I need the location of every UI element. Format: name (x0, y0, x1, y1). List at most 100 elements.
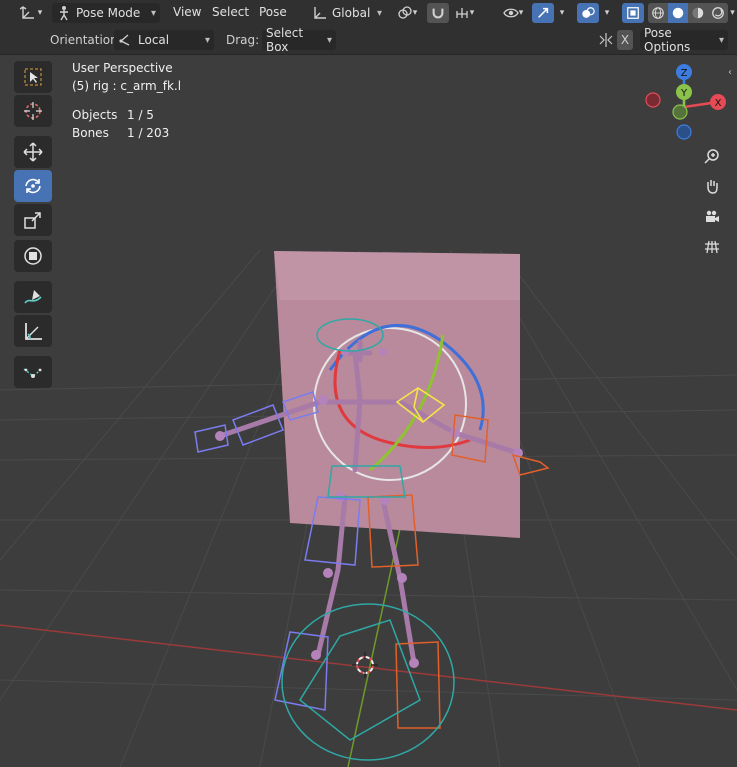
camera-icon (706, 210, 719, 222)
bones-stat-value: 1 / 203 (127, 126, 170, 140)
pan-button[interactable] (700, 174, 724, 198)
tool-rotate[interactable] (14, 170, 52, 202)
local-orientation-icon (119, 34, 130, 46)
mode-dropdown[interactable]: Pose Mode ▾ (52, 3, 160, 23)
3d-cursor-icon[interactable] (352, 652, 378, 678)
x-mirror-toggle[interactable]: X (617, 30, 633, 50)
chevron-down-icon: ▾ (559, 8, 565, 18)
chevron-down-icon: ▾ (204, 34, 210, 46)
tool-settings-bar: Orientation: Local ▾ Drag: Select Box ▾ … (0, 26, 737, 55)
gizmo-neg-z[interactable] (672, 104, 688, 120)
rendered-sphere-icon (712, 7, 724, 19)
tool-cursor[interactable] (14, 95, 52, 127)
mirror-options-button[interactable] (596, 30, 616, 50)
chevron-down-icon: ▾ (518, 8, 524, 18)
snap-increment-icon (456, 8, 468, 18)
move-icon (23, 142, 43, 162)
gizmo-y-label: Y (680, 88, 688, 99)
orientation-label: Orientation: (50, 33, 122, 47)
hand-icon (707, 180, 718, 194)
active-object-label: (5) rig : c_arm_fk.l (72, 79, 182, 93)
shading-wireframe[interactable] (648, 3, 668, 23)
tool-transform[interactable] (14, 240, 52, 272)
chevron-down-icon: ▾ (730, 8, 735, 18)
gizmo-dropdown[interactable]: ▾ (555, 3, 569, 23)
chevron-down-icon: ▾ (412, 8, 418, 18)
overlays-toggle[interactable] (577, 3, 599, 23)
relax-icon (23, 368, 43, 378)
tool-select-box[interactable] (14, 61, 52, 93)
drag-dropdown[interactable]: Select Box ▾ (262, 26, 336, 54)
pivot-icon (398, 6, 412, 19)
select-box-icon (24, 68, 42, 86)
perspective-label: User Perspective (72, 61, 173, 75)
menu-pose[interactable]: Pose (259, 5, 287, 19)
tool-annotate[interactable] (14, 281, 52, 313)
toggle-projection-button[interactable] (700, 235, 724, 259)
editor-type-button[interactable]: ▾ (16, 3, 46, 23)
shading-solid[interactable] (668, 3, 688, 23)
menu-view[interactable]: View (173, 5, 201, 19)
overlays-dropdown[interactable]: ▾ (600, 3, 614, 23)
gizmo-toggle[interactable] (532, 3, 554, 23)
xray-icon (627, 7, 639, 19)
material-sphere-icon (692, 7, 704, 19)
eye-icon (502, 8, 519, 18)
bones-stat-label: Bones (72, 126, 109, 140)
chevron-down-icon: ▾ (150, 7, 156, 19)
viewport-header: ▾ Pose Mode ▾ View Select Pose Global ▾ … (0, 0, 737, 27)
wireframe-sphere-icon (652, 7, 664, 19)
objects-stat-value: 1 / 5 (127, 108, 154, 122)
transform-icon (24, 247, 42, 265)
gizmo-arrow-icon (538, 7, 549, 18)
chevron-down-icon: ▾ (376, 7, 382, 19)
snap-toggle[interactable] (427, 3, 449, 23)
gizmo-neg-x[interactable] (645, 92, 661, 108)
chevron-down-icon: ▾ (326, 34, 332, 46)
pose-options-label: Pose Options (644, 26, 691, 54)
solid-sphere-icon (672, 7, 684, 19)
navigation-gizmo[interactable]: Z Y X (640, 60, 737, 150)
drag-label: Drag: (226, 33, 260, 47)
pivot-point-button[interactable]: ▾ (394, 3, 420, 23)
tool-measure[interactable] (14, 315, 52, 347)
pose-mode-icon (60, 6, 68, 21)
zoom-button[interactable] (700, 144, 724, 168)
axes-editor-icon (19, 6, 34, 19)
tool-relax[interactable] (14, 356, 52, 388)
gizmo-neg-y[interactable] (676, 124, 692, 140)
annotate-icon (24, 290, 42, 304)
chevron-down-icon: ▾ (469, 8, 475, 18)
overlay-icon (582, 7, 595, 18)
cursor-icon (24, 102, 42, 120)
sidebar-toggle[interactable]: ‹ (728, 67, 732, 78)
chevron-down-icon: ▾ (604, 8, 610, 18)
gizmo-z-label: Z (681, 68, 688, 79)
menu-select[interactable]: Select (212, 5, 249, 19)
global-orientation-icon (314, 7, 326, 19)
tool-move[interactable] (14, 136, 52, 168)
x-mirror-label: X (620, 33, 630, 47)
shading-dropdown[interactable]: ▾ (728, 3, 737, 23)
shading-material[interactable] (688, 3, 708, 23)
chevron-down-icon: ▾ (718, 34, 724, 46)
tool-scale[interactable] (14, 204, 52, 236)
snap-target-dropdown[interactable]: ▾ (449, 3, 479, 23)
pose-options-dropdown[interactable]: Pose Options ▾ (640, 26, 728, 54)
orientation-label: Global (332, 6, 371, 20)
orientation-value: Local (138, 33, 170, 47)
xray-toggle[interactable] (622, 3, 644, 23)
camera-view-button[interactable] (700, 205, 724, 229)
shading-rendered[interactable] (708, 3, 728, 23)
transform-orientation-dropdown[interactable]: Global ▾ (308, 3, 386, 23)
drag-value: Select Box (266, 26, 304, 54)
measure-icon (25, 323, 42, 340)
chevron-down-icon: ▾ (37, 8, 43, 18)
mode-label: Pose Mode (76, 6, 141, 20)
3d-viewport[interactable]: User Perspective (5) rig : c_arm_fk.l Ob… (0, 55, 737, 767)
orientation-dropdown[interactable]: Local ▾ (114, 30, 214, 50)
viewport-scene[interactable] (0, 55, 737, 767)
gizmo-x-label: X (715, 98, 722, 109)
objects-stat-label: Objects (72, 108, 118, 122)
visibility-dropdown[interactable]: ▾ (498, 3, 528, 23)
